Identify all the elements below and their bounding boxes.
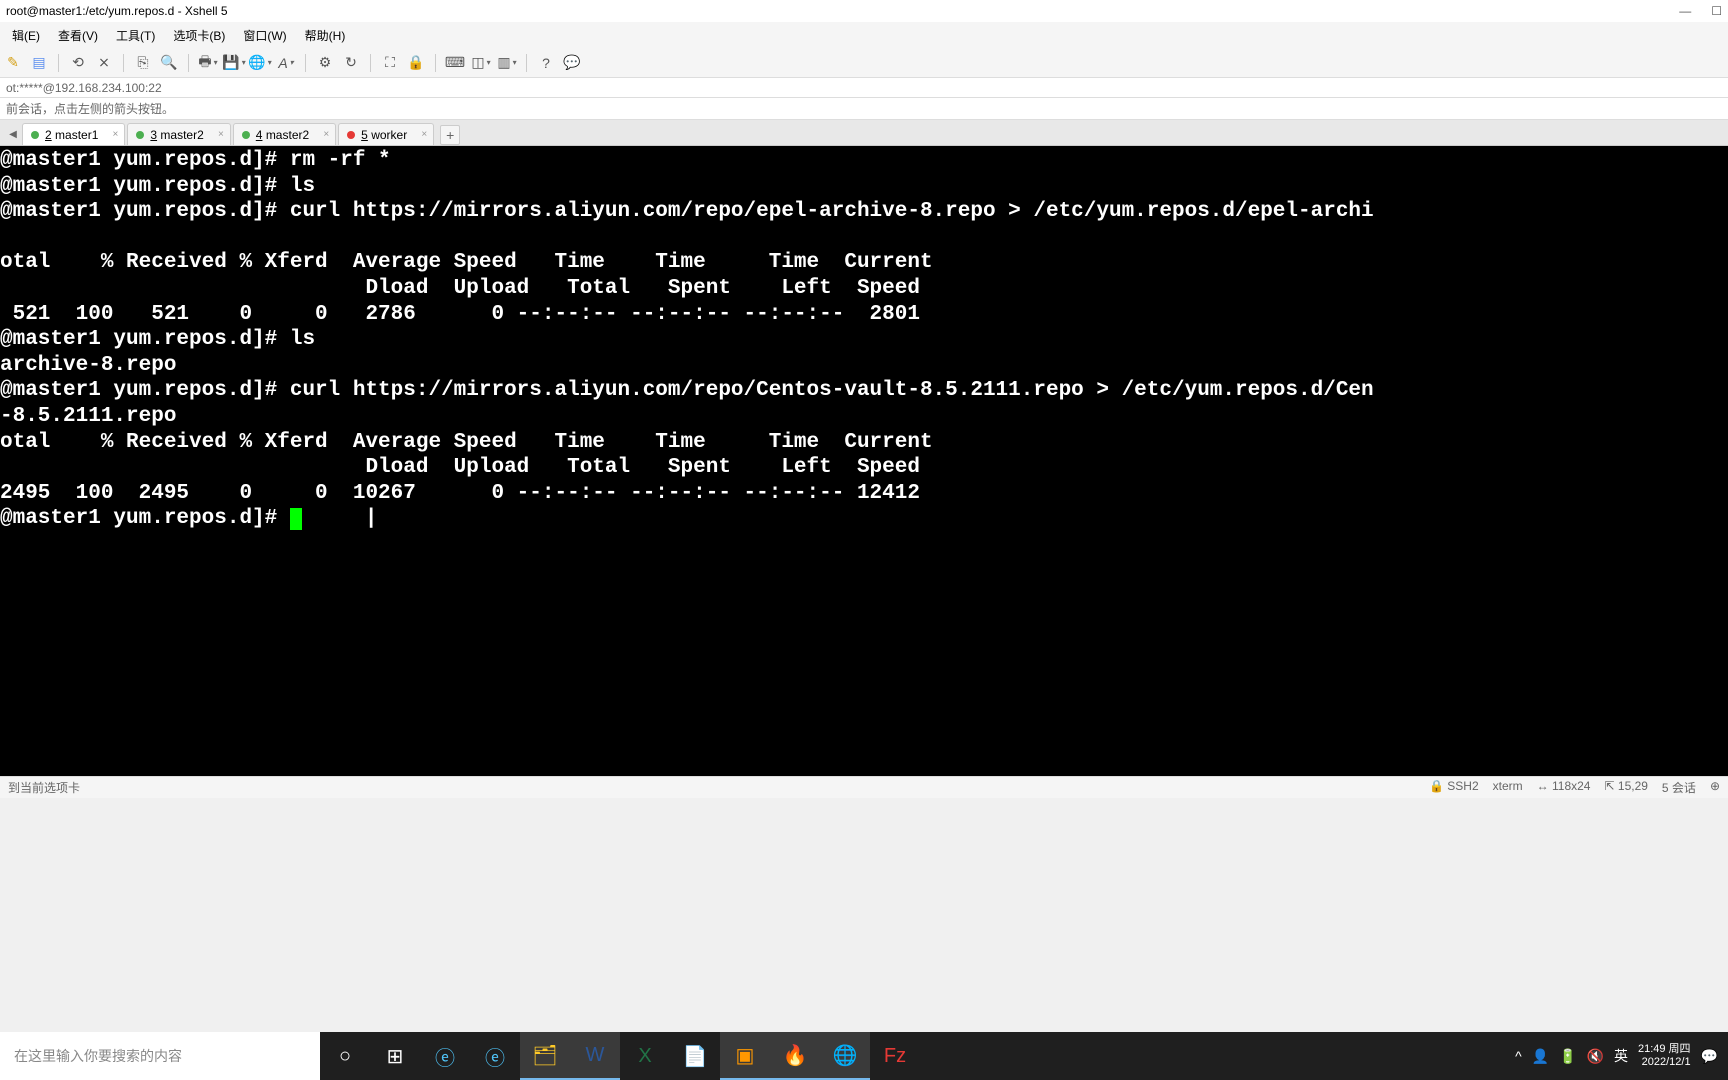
file-explorer-icon[interactable]: 🗂	[520, 1032, 570, 1080]
menu-window[interactable]: 窗口(W)	[235, 24, 294, 47]
panel-icon[interactable]: ▥	[498, 54, 516, 72]
system-tray: ^ 👤 🔋 🔇 英 21:49 周四 2022/12/1 💬	[1505, 1043, 1728, 1069]
menu-view[interactable]: 查看(V)	[50, 24, 106, 47]
title-bar: root@master1:/etc/yum.repos.d - Xshell 5…	[0, 0, 1728, 22]
close-icon[interactable]: ×	[218, 129, 224, 140]
menu-tools[interactable]: 工具(T)	[108, 24, 163, 47]
menu-bar: 辑(E) 查看(V) 工具(T) 选项卡(B) 窗口(W) 帮助(H)	[0, 22, 1728, 48]
tab-worker[interactable]: 5 worker ×	[338, 123, 434, 145]
status-ssh: 🔒 SSH2	[1429, 779, 1479, 796]
menu-tabs[interactable]: 选项卡(B)	[165, 24, 233, 47]
status-cap: ⊕	[1710, 779, 1720, 796]
tray-up-icon[interactable]: ^	[1515, 1048, 1522, 1064]
status-size: ↔ 118x24	[1537, 779, 1591, 796]
status-term: xterm	[1493, 779, 1523, 796]
hint-bar: 前会话，点击左侧的箭头按钮。	[0, 98, 1728, 120]
help-icon[interactable]: ?	[537, 54, 555, 72]
tab-master2-b[interactable]: 4 master2 ×	[233, 123, 336, 145]
status-left: 到当前选项卡	[8, 779, 1429, 796]
minimize-button[interactable]: —	[1679, 4, 1691, 18]
ie-icon[interactable]: ⓔ	[420, 1032, 470, 1080]
cortana-icon[interactable]: ○	[320, 1032, 370, 1080]
word-icon[interactable]: W	[570, 1032, 620, 1080]
windows-search-input[interactable]: 在这里输入你要搜索的内容	[0, 1032, 320, 1080]
new-session-icon[interactable]: ✎	[4, 54, 22, 72]
close-icon[interactable]: ×	[421, 129, 427, 140]
status-dot-icon	[136, 131, 144, 139]
task-view-icon[interactable]: ⊞	[370, 1032, 420, 1080]
keyboard-icon[interactable]: ⌨	[446, 54, 464, 72]
menu-edit[interactable]: 辑(E)	[4, 24, 48, 47]
save-icon[interactable]: 💾	[225, 54, 243, 72]
chrome-icon[interactable]: 🌐	[820, 1032, 870, 1080]
add-tab-button[interactable]: +	[440, 125, 460, 145]
tab-scroll-left[interactable]: ◀	[4, 123, 22, 145]
address-bar[interactable]: ot:*****@192.168.234.100:22	[0, 78, 1728, 98]
lock-icon[interactable]: 🔒	[407, 54, 425, 72]
open-icon[interactable]: ▤	[30, 54, 48, 72]
search-icon[interactable]: 🔍	[160, 54, 178, 72]
tray-ime[interactable]: 英	[1614, 1046, 1628, 1066]
chat-icon[interactable]: 💬	[563, 54, 581, 72]
tray-people-icon[interactable]: 👤	[1532, 1048, 1549, 1065]
status-bar: 到当前选项卡 🔒 SSH2 xterm ↔ 118x24 ⇱ 15,29 5 会…	[0, 776, 1728, 798]
terminal[interactable]: @master1 yum.repos.d]# rm -rf * @master1…	[0, 146, 1728, 776]
excel-icon[interactable]: X	[620, 1032, 670, 1080]
close-icon[interactable]: ×	[113, 129, 119, 140]
tray-notifications-icon[interactable]: 💬	[1701, 1048, 1718, 1065]
vmware-icon[interactable]: ▣	[720, 1032, 770, 1080]
tab-master2-a[interactable]: 3 master2 ×	[127, 123, 230, 145]
status-dot-icon	[242, 131, 250, 139]
xshell-icon[interactable]: 🔥	[770, 1032, 820, 1080]
status-dot-icon	[347, 131, 355, 139]
tab-master1[interactable]: 2 master1 ×	[22, 123, 125, 145]
address-text: ot:*****@192.168.234.100:22	[6, 81, 162, 95]
window-layout-icon[interactable]: ◫	[472, 54, 490, 72]
fullscreen-icon[interactable]: ⛶	[381, 54, 399, 72]
status-sessions: 5 会话	[1662, 779, 1696, 796]
tray-battery-icon[interactable]: 🔋	[1559, 1048, 1576, 1065]
status-dot-icon	[31, 131, 39, 139]
tray-clock[interactable]: 21:49 周四 2022/12/1	[1638, 1043, 1691, 1069]
refresh-icon[interactable]: ↻	[342, 54, 360, 72]
print-icon[interactable]: 🖶	[199, 54, 217, 72]
globe-icon[interactable]: 🌐	[251, 54, 269, 72]
copy-icon[interactable]: ⎘	[134, 54, 152, 72]
status-position: ⇱ 15,29	[1604, 779, 1647, 796]
reconnect-icon[interactable]: ⟲	[69, 54, 87, 72]
maximize-button[interactable]: ☐	[1711, 4, 1722, 18]
font-icon[interactable]: A	[277, 54, 295, 72]
hint-text: 前会话，点击左侧的箭头按钮。	[6, 100, 174, 117]
filezilla-icon[interactable]: Fz	[870, 1032, 920, 1080]
window-title: root@master1:/etc/yum.repos.d - Xshell 5	[6, 4, 228, 18]
tab-bar: ◀ 2 master1 × 3 master2 × 4 master2 × 5 …	[0, 120, 1728, 146]
pdf-icon[interactable]: 📄	[670, 1032, 720, 1080]
tray-network-icon[interactable]: 🔇	[1587, 1048, 1604, 1065]
windows-taskbar: 在这里输入你要搜索的内容 ○ ⊞ ⓔ ⓔ 🗂 W X 📄 ▣ 🔥 🌐 Fz ^ …	[0, 1032, 1728, 1080]
close-icon[interactable]: ×	[323, 129, 329, 140]
disconnect-icon[interactable]: ⨯	[95, 54, 113, 72]
menu-help[interactable]: 帮助(H)	[297, 24, 354, 47]
toolbar: ✎ ▤ ⟲ ⨯ ⎘ 🔍 🖶 💾 🌐 A ⚙ ↻ ⛶ 🔒 ⌨ ◫ ▥ ? 💬	[0, 48, 1728, 78]
edge-icon[interactable]: ⓔ	[470, 1032, 520, 1080]
script-icon[interactable]: ⚙	[316, 54, 334, 72]
window-controls: — ☐	[1679, 4, 1722, 18]
